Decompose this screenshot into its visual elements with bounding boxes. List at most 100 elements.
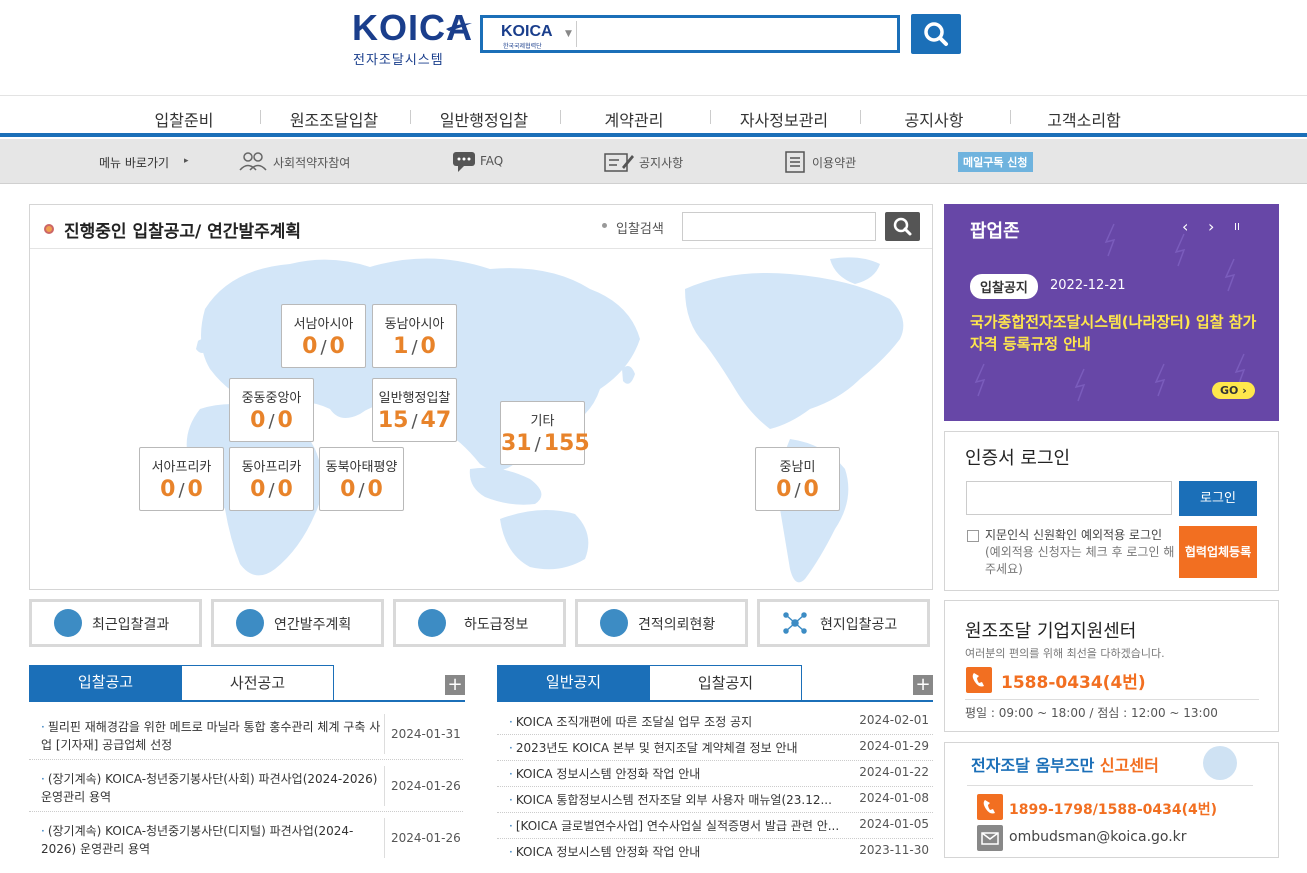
partner-register-button[interactable]: 협력업체등록 <box>1179 526 1257 578</box>
support-title: 원조조달 기업지원센터 <box>965 621 1137 642</box>
notice-title-text: KOICA 조직개편에 따른 조달실 업무 조정 공지 <box>515 715 753 729</box>
notice-list-item[interactable]: · KOICA 정보시스템 안정화 작업 안내 2023-11-30 <box>497 839 933 865</box>
region-name: 일반행정입찰 <box>378 391 451 406</box>
nav-item-admin-bid[interactable]: 일반행정입찰 <box>409 107 559 131</box>
bid-search-button[interactable] <box>885 212 920 241</box>
region-counts: 31/155 <box>501 431 590 456</box>
logo-wing-icon <box>446 23 472 31</box>
nav-item-notices[interactable]: 공지사항 <box>859 107 1009 131</box>
shortcut-recent-results[interactable]: 최근입찰결과 <box>29 599 202 647</box>
notice-list-item[interactable]: · KOICA 조직개편에 따른 조달실 업무 조정 공지 2024-02-01 <box>497 709 933 735</box>
region-counts: 1/0 <box>393 334 436 359</box>
shortcut-subcontract[interactable]: 하도급정보 <box>393 599 566 647</box>
nav-item-customer-voice[interactable]: 고객소리함 <box>1009 107 1159 131</box>
bullet-icon <box>602 223 607 228</box>
exception-login-checkbox[interactable] <box>967 530 979 542</box>
shortcut-annual-plan[interactable]: 연간발주계획 <box>211 599 384 647</box>
notice-date: 2024-01-05 <box>859 817 929 831</box>
popup-date: 2022-12-21 <box>1050 278 1126 293</box>
bid-title-text: (장기계속) KOICA-청년중기봉사단(디지털) 파견사업(2024-2026… <box>41 824 354 856</box>
notice-list-item[interactable]: · [KOICA 글로벌연수사업] 연수사업실 실적증명서 발급 관련 안... … <box>497 813 933 839</box>
support-hours: 평일 : 09:00 ~ 18:00 / 점심 : 12:00 ~ 13:00 <box>965 706 1218 720</box>
region-count-b: 0 <box>367 477 383 502</box>
quick-link-notice[interactable]: 공지사항 <box>639 154 683 171</box>
region-count-a: 0 <box>250 408 266 433</box>
scale-icon <box>600 609 628 637</box>
login-button[interactable]: 로그인 <box>1179 481 1257 516</box>
region-west-africa[interactable]: 서아프리카 0/0 <box>139 447 224 511</box>
tab-bid-notice[interactable]: 입찰공지 <box>649 665 802 701</box>
search-scope-select[interactable]: KOICA 한국국제협력단 ▼ <box>487 21 577 50</box>
region-name: 기타 <box>530 414 555 429</box>
notice-list-item[interactable]: · KOICA 정보시스템 안정화 작업 안내 2024-01-22 <box>497 761 933 787</box>
region-middle-east-central-asia[interactable]: 중동중앙아 0/0 <box>229 378 314 442</box>
chevron-right-icon: ▸ <box>184 156 189 166</box>
ombudsman-title-main: 전자조달 옴부즈만 <box>971 756 1100 775</box>
nav-item-aid-procurement[interactable]: 원조조달입찰 <box>259 107 409 131</box>
region-count-b: 0 <box>329 334 345 359</box>
region-name: 서남아시아 <box>293 317 354 332</box>
global-search-input[interactable] <box>583 21 893 47</box>
quick-link-social[interactable]: 사회적약자참여 <box>273 154 350 171</box>
quick-link-faq[interactable]: FAQ <box>480 154 503 168</box>
notice-title-text: KOICA 통합정보시스템 전자조달 외부 사용자 매뉴얼(23.12... <box>515 793 832 807</box>
mail-subscribe-button[interactable]: 메일구독 신청 <box>958 152 1033 172</box>
bid-list-item[interactable]: · (장기계속) KOICA-청년중기봉사단(디지털) 파견사업(2024-202… <box>29 816 463 864</box>
bid-search-label: 입찰검색 <box>616 222 664 237</box>
region-name: 중동중앙아 <box>241 391 302 406</box>
popup-prev-button[interactable]: ‹ <box>1182 217 1188 236</box>
tab-pre-announcement[interactable]: 사전공고 <box>181 665 334 701</box>
ombudsman-phone[interactable]: 1899-1798/1588-0434(4번) <box>1009 799 1217 819</box>
search-button[interactable] <box>911 14 961 54</box>
notice-title: · 2023년도 KOICA 본부 및 현지조달 계약체결 정보 안내 <box>509 741 798 755</box>
region-latin-america[interactable]: 중남미 0/0 <box>755 447 840 511</box>
bid-list-item[interactable]: · 필리핀 재해경감을 위한 메트로 마닐라 통합 홍수관리 체계 구축 사업 [… <box>29 712 463 760</box>
bid-search-input[interactable] <box>682 212 876 241</box>
login-title: 인증서 로그인 <box>965 448 1071 469</box>
region-southwest-asia[interactable]: 서남아시아 0/0 <box>281 304 366 368</box>
bid-date: 2024-01-26 <box>384 818 463 858</box>
region-count-b: 0 <box>420 334 436 359</box>
region-east-africa[interactable]: 동아프리카 0/0 <box>229 447 314 511</box>
nav-item-company-info[interactable]: 자사정보관리 <box>709 107 859 131</box>
notice-list-item[interactable]: · 2023년도 KOICA 본부 및 현지조달 계약체결 정보 안내 2024-… <box>497 735 933 761</box>
shortcut-quote-request[interactable]: 견적의뢰현황 <box>575 599 748 647</box>
region-northeast-asia-pacific[interactable]: 동북아태평양 0/0 <box>319 447 404 511</box>
search-icon <box>893 217 912 236</box>
region-count-a: 0 <box>340 477 356 502</box>
region-count-a: 0 <box>302 334 318 359</box>
popup-headline[interactable]: 국가종합전자조달시스템(나라장터) 입찰 참가자격 등록규정 안내 <box>970 311 1270 355</box>
region-count-a: 0 <box>250 477 266 502</box>
bid-more-button[interactable]: + <box>445 675 465 695</box>
ombudsman-email[interactable]: ombudsman@koica.go.kr <box>1009 829 1187 845</box>
region-general-admin-bid[interactable]: 일반행정입찰 15/47 <box>372 378 457 442</box>
support-phone-number[interactable]: 1588-0434(4번) <box>1001 668 1146 693</box>
popup-zone: 팝업존 ‹ › II 입찰공지 2022-12-21 국가종합전자조달시스템(나… <box>944 204 1279 421</box>
region-counts: 15/47 <box>377 408 452 433</box>
region-count-b: 47 <box>420 408 452 433</box>
main-navigation: 입찰준비 원조조달입찰 일반행정입찰 계약관리 자사정보관리 공지사항 고객소리… <box>0 95 1307 137</box>
region-southeast-asia[interactable]: 동남아시아 1/0 <box>372 304 457 368</box>
bid-list-item[interactable]: · (장기계속) KOICA-청년중기봉사단(사회) 파견사업(2024-2026… <box>29 764 463 812</box>
tab-bid-announcement[interactable]: 입찰공고 <box>29 665 182 701</box>
login-input[interactable] <box>966 481 1172 515</box>
notice-more-button[interactable]: + <box>913 675 933 695</box>
region-counts: 0/0 <box>302 334 345 359</box>
tab-general-notice[interactable]: 일반공지 <box>497 665 650 701</box>
bid-title-text: (장기계속) KOICA-청년중기봉사단(사회) 파견사업(2024-2026)… <box>41 772 378 804</box>
region-count-b: 0 <box>803 477 819 502</box>
notice-list-item[interactable]: · KOICA 통합정보시스템 전자조달 외부 사용자 매뉴얼(23.12... … <box>497 787 933 813</box>
quick-link-terms[interactable]: 이용약관 <box>812 154 856 171</box>
quick-menu-label: 메뉴 바로가기 <box>99 156 170 170</box>
bid-title: · (장기계속) KOICA-청년중기봉사단(사회) 파견사업(2024-2026… <box>41 772 378 804</box>
popup-go-button[interactable]: GO › <box>1212 382 1255 399</box>
nav-item-contract[interactable]: 계약관리 <box>559 107 709 131</box>
region-name: 동아프리카 <box>241 460 302 475</box>
shortcut-local-bid[interactable]: 현지입찰공고 <box>757 599 930 647</box>
popup-next-button[interactable]: › <box>1208 217 1214 236</box>
popup-pause-button[interactable]: II <box>1234 222 1240 233</box>
nav-item-bid-prep[interactable]: 입찰준비 <box>109 107 259 131</box>
notice-title: · KOICA 정보시스템 안정화 작업 안내 <box>509 845 701 859</box>
region-other[interactable]: 기타 31/155 <box>500 401 590 465</box>
region-counts: 0/0 <box>250 477 293 502</box>
